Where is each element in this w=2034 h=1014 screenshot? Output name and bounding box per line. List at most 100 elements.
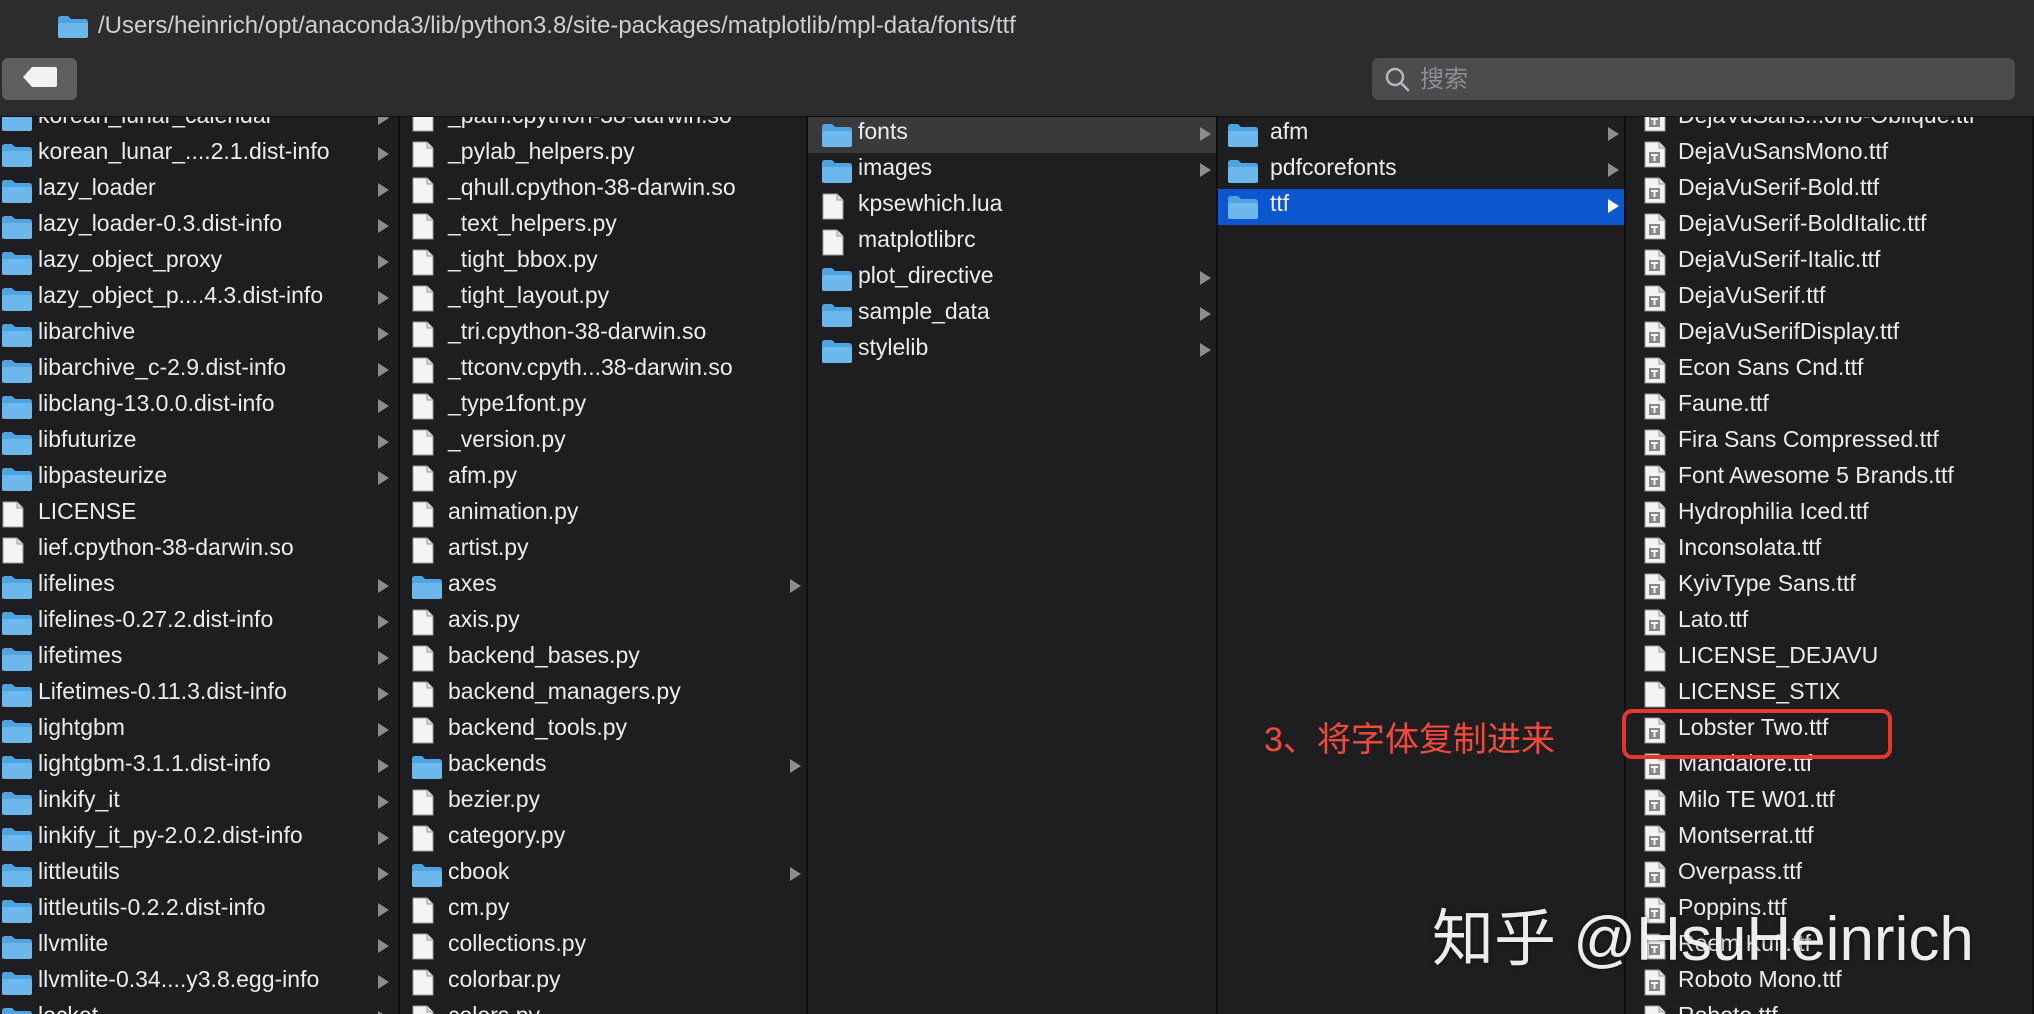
file-item[interactable]: _tri.cpython-38-darwin.so bbox=[400, 317, 806, 353]
disclosure-arrow-icon bbox=[790, 579, 801, 593]
folder-icon bbox=[2, 215, 32, 244]
file-item[interactable]: bezier.py bbox=[400, 785, 806, 821]
folder-item[interactable]: cbook bbox=[400, 857, 806, 893]
search-box[interactable] bbox=[1372, 58, 2015, 102]
column-site-packages[interactable]: korean_lunar_calendar korean_lunar_....2.… bbox=[0, 117, 400, 1014]
column-ttf[interactable]: DejaVuSans...ono-Oblique.ttf DejaVuSansMo… bbox=[1626, 117, 2034, 1014]
folder-item[interactable]: lifelines-0.27.2.dist-info bbox=[0, 605, 398, 641]
folder-item[interactable]: backends bbox=[400, 749, 806, 785]
folder-item[interactable]: axes bbox=[400, 569, 806, 605]
disclosure-arrow-icon bbox=[1200, 127, 1211, 141]
file-item[interactable]: LICENSE_STIX bbox=[1626, 677, 2032, 713]
file-item[interactable]: _tight_bbox.py bbox=[400, 245, 806, 281]
folder-item[interactable]: sample_data bbox=[808, 297, 1216, 333]
file-item[interactable]: Montserrat.ttf bbox=[1626, 821, 2032, 857]
file-item[interactable]: _version.py bbox=[400, 425, 806, 461]
folder-item[interactable]: fonts bbox=[808, 117, 1216, 153]
folder-item[interactable]: stylelib bbox=[808, 333, 1216, 369]
folder-item[interactable]: littleutils-0.2.2.dist-info bbox=[0, 893, 398, 929]
folder-item[interactable]: libarchive_c-2.9.dist-info bbox=[0, 353, 398, 389]
file-item[interactable]: animation.py bbox=[400, 497, 806, 533]
folder-item[interactable]: Lifetimes-0.11.3.dist-info bbox=[0, 677, 398, 713]
file-item[interactable]: Fira Sans Compressed.ttf bbox=[1626, 425, 2032, 461]
document-icon bbox=[2, 537, 24, 569]
folder-item[interactable]: ttf bbox=[1218, 189, 1624, 225]
file-item[interactable]: backend_managers.py bbox=[400, 677, 806, 713]
file-item[interactable]: _pylab_helpers.py bbox=[400, 137, 806, 173]
file-item[interactable]: colors.py bbox=[400, 1001, 806, 1014]
item-label: littleutils-0.2.2.dist-info bbox=[38, 894, 266, 920]
folder-item[interactable]: plot_directive bbox=[808, 261, 1216, 297]
file-item[interactable]: backend_tools.py bbox=[400, 713, 806, 749]
column-fonts[interactable]: afm pdfcorefonts ttf bbox=[1218, 117, 1626, 1014]
file-item[interactable]: cm.py bbox=[400, 893, 806, 929]
file-item[interactable]: Faune.ttf bbox=[1626, 389, 2032, 425]
file-item[interactable]: Milo TE W01.ttf bbox=[1626, 785, 2032, 821]
folder-item[interactable]: lazy_loader bbox=[0, 173, 398, 209]
folder-item[interactable]: lifetimes bbox=[0, 641, 398, 677]
back-button[interactable] bbox=[2, 58, 77, 100]
file-item[interactable]: _text_helpers.py bbox=[400, 209, 806, 245]
file-item[interactable]: Roboto.ttf bbox=[1626, 1001, 2032, 1014]
column-mpl-data[interactable]: fonts images kpsewhich.lua matplotlibrc plot… bbox=[808, 117, 1218, 1014]
file-item[interactable]: backend_bases.py bbox=[400, 641, 806, 677]
item-label: Font Awesome 5 Brands.ttf bbox=[1678, 462, 1954, 488]
file-item[interactable]: DejaVuSerif-BoldItalic.ttf bbox=[1626, 209, 2032, 245]
file-item[interactable]: Hydrophilia Iced.ttf bbox=[1626, 497, 2032, 533]
folder-item[interactable]: lightgbm-3.1.1.dist-info bbox=[0, 749, 398, 785]
file-item[interactable]: DejaVuSerif-Bold.ttf bbox=[1626, 173, 2032, 209]
file-item[interactable]: matplotlibrc bbox=[808, 225, 1216, 261]
column-matplotlib[interactable]: _path.cpython-38-darwin.so _pylab_helpers… bbox=[400, 117, 808, 1014]
file-item[interactable]: _tight_layout.py bbox=[400, 281, 806, 317]
file-item[interactable]: LICENSE_DEJAVU bbox=[1626, 641, 2032, 677]
document-icon bbox=[412, 285, 434, 317]
folder-item[interactable]: libfuturize bbox=[0, 425, 398, 461]
file-item[interactable]: DejaVuSans...ono-Oblique.ttf bbox=[1626, 117, 2032, 137]
file-item[interactable]: artist.py bbox=[400, 533, 806, 569]
file-item[interactable]: _path.cpython-38-darwin.so bbox=[400, 117, 806, 137]
folder-item[interactable]: locket bbox=[0, 1001, 398, 1014]
file-item[interactable]: LICENSE bbox=[0, 497, 398, 533]
folder-item[interactable]: korean_lunar_....2.1.dist-info bbox=[0, 137, 398, 173]
folder-item[interactable]: lazy_object_proxy bbox=[0, 245, 398, 281]
file-item[interactable]: collections.py bbox=[400, 929, 806, 965]
folder-item[interactable]: libarchive bbox=[0, 317, 398, 353]
file-item[interactable]: Lato.ttf bbox=[1626, 605, 2032, 641]
file-item[interactable]: DejaVuSerif-Italic.ttf bbox=[1626, 245, 2032, 281]
folder-item[interactable]: afm bbox=[1218, 117, 1624, 153]
folder-item[interactable]: lazy_loader-0.3.dist-info bbox=[0, 209, 398, 245]
file-item[interactable]: DejaVuSansMono.ttf bbox=[1626, 137, 2032, 173]
document-icon bbox=[822, 193, 844, 225]
file-item[interactable]: colorbar.py bbox=[400, 965, 806, 1001]
file-item[interactable]: Font Awesome 5 Brands.ttf bbox=[1626, 461, 2032, 497]
search-input[interactable] bbox=[1418, 58, 2002, 102]
folder-item[interactable]: libclang-13.0.0.dist-info bbox=[0, 389, 398, 425]
file-item[interactable]: Econ Sans Cnd.ttf bbox=[1626, 353, 2032, 389]
folder-item[interactable]: littleutils bbox=[0, 857, 398, 893]
folder-item[interactable]: llvmlite bbox=[0, 929, 398, 965]
file-item[interactable]: _ttconv.cpyth...38-darwin.so bbox=[400, 353, 806, 389]
file-item[interactable]: kpsewhich.lua bbox=[808, 189, 1216, 225]
folder-item[interactable]: lazy_object_p....4.3.dist-info bbox=[0, 281, 398, 317]
folder-item[interactable]: linkify_it_py-2.0.2.dist-info bbox=[0, 821, 398, 857]
folder-item[interactable]: llvmlite-0.34....y3.8.egg-info bbox=[0, 965, 398, 1001]
file-item[interactable]: afm.py bbox=[400, 461, 806, 497]
file-item[interactable]: _qhull.cpython-38-darwin.so bbox=[400, 173, 806, 209]
folder-item[interactable]: lightgbm bbox=[0, 713, 398, 749]
file-item[interactable]: DejaVuSerif.ttf bbox=[1626, 281, 2032, 317]
file-item[interactable]: lief.cpython-38-darwin.so bbox=[0, 533, 398, 569]
folder-item[interactable]: pdfcorefonts bbox=[1218, 153, 1624, 189]
file-item[interactable]: DejaVuSerifDisplay.ttf bbox=[1626, 317, 2032, 353]
document-icon bbox=[412, 117, 434, 137]
folder-item[interactable]: libpasteurize bbox=[0, 461, 398, 497]
file-item[interactable]: axis.py bbox=[400, 605, 806, 641]
folder-item[interactable]: linkify_it bbox=[0, 785, 398, 821]
file-item[interactable]: KyivType Sans.ttf bbox=[1626, 569, 2032, 605]
folder-item[interactable]: lifelines bbox=[0, 569, 398, 605]
folder-item[interactable]: images bbox=[808, 153, 1216, 189]
file-item[interactable]: Inconsolata.ttf bbox=[1626, 533, 2032, 569]
file-item[interactable]: category.py bbox=[400, 821, 806, 857]
file-item[interactable]: _type1font.py bbox=[400, 389, 806, 425]
folder-item[interactable]: korean_lunar_calendar bbox=[0, 117, 398, 137]
folder-icon bbox=[2, 611, 32, 640]
